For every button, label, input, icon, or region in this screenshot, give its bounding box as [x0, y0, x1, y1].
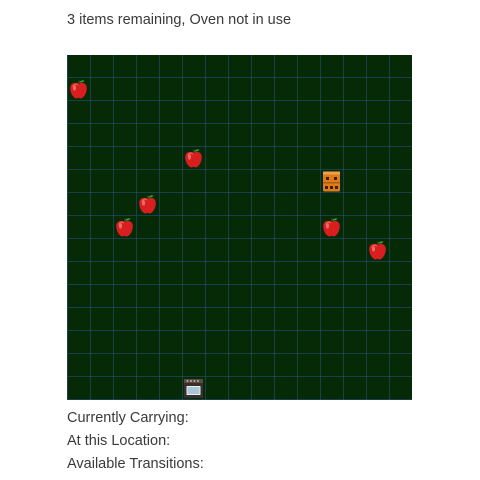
- game-board[interactable]: [67, 55, 412, 400]
- status-text: 3 items remaining, Oven not in use: [67, 12, 292, 28]
- available-transitions-label: Available Transitions:: [67, 456, 204, 472]
- apple-icon[interactable]: [67, 78, 90, 101]
- apple-icon[interactable]: [366, 239, 389, 262]
- game-screen: 3 items remaining, Oven not in use Curre…: [0, 0, 480, 480]
- available-transitions-row: Available Transitions:: [67, 456, 208, 472]
- apple-icon[interactable]: [182, 147, 205, 170]
- apple-icon[interactable]: [113, 216, 136, 239]
- apple-icon[interactable]: [136, 193, 159, 216]
- at-this-location-label: At this Location:: [67, 433, 171, 449]
- at-this-location-row: At this Location:: [67, 433, 174, 449]
- oven-icon[interactable]: [182, 377, 205, 400]
- currently-carrying-row: Currently Carrying:: [67, 410, 193, 426]
- currently-carrying-label: Currently Carrying:: [67, 410, 189, 426]
- robot-agent-icon[interactable]: [320, 170, 343, 193]
- apple-icon[interactable]: [320, 216, 343, 239]
